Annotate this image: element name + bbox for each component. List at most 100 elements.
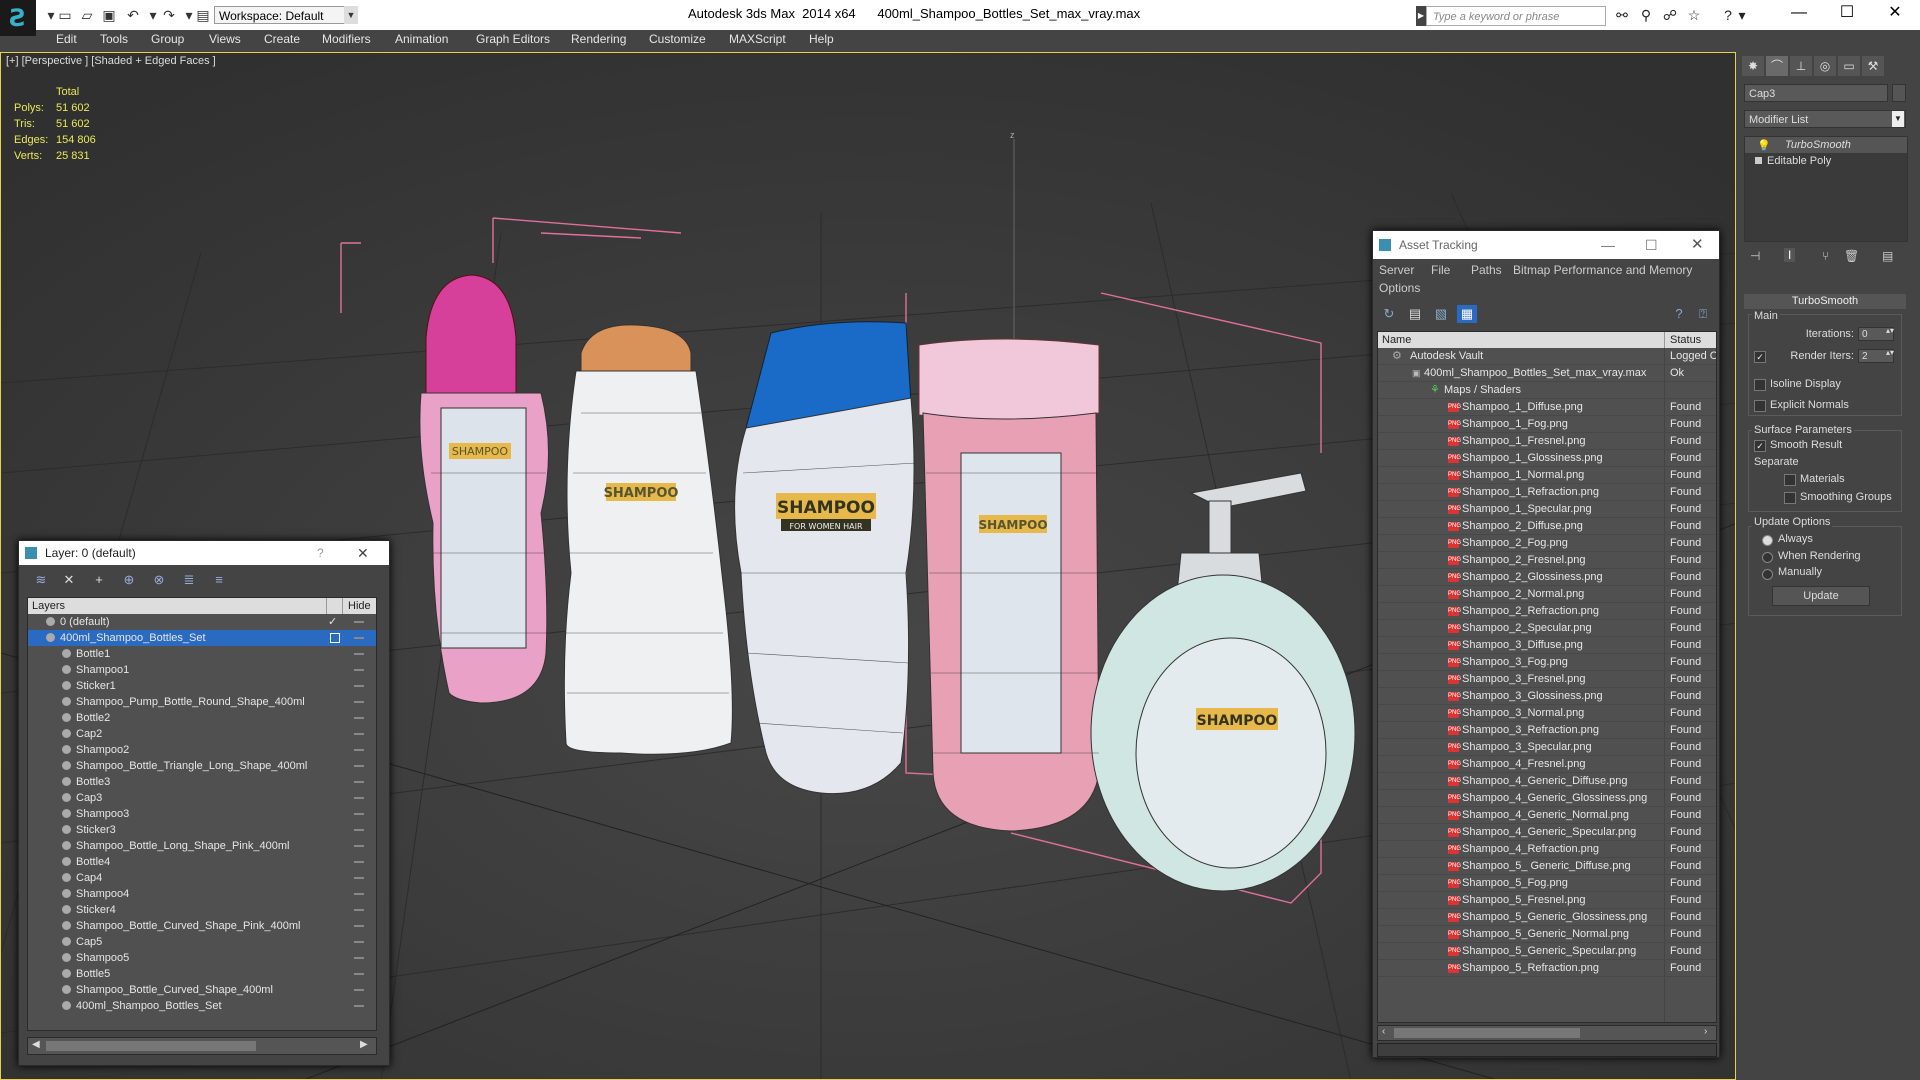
- asset-row[interactable]: PNG Shampoo_4_Generic_Glossiness.png Found: [1378, 790, 1716, 807]
- manually-radio[interactable]: [1762, 569, 1773, 580]
- smoothing-groups-checkbox[interactable]: [1784, 492, 1796, 504]
- motion-tab-icon[interactable]: ◎: [1814, 56, 1836, 76]
- utilities-tab-icon[interactable]: ⚒: [1862, 56, 1884, 76]
- open-file-icon[interactable]: ▱: [78, 6, 96, 24]
- hide-toggle[interactable]: [354, 941, 364, 943]
- help-icon[interactable]: ?: [1718, 6, 1738, 24]
- object-row[interactable]: Bottle3: [28, 774, 376, 790]
- when-rendering-radio[interactable]: [1762, 552, 1773, 563]
- make-unique-icon[interactable]: ⑂: [1822, 249, 1829, 263]
- update-button[interactable]: Update: [1772, 586, 1870, 606]
- hide-toggle[interactable]: [354, 749, 364, 751]
- undo-icon[interactable]: ↶: [124, 6, 142, 24]
- menu-maxscript[interactable]: MAXScript: [729, 32, 786, 46]
- modify-tab-icon[interactable]: ⌒: [1766, 56, 1788, 76]
- object-row[interactable]: 400ml_Shampoo_Bottles_Set: [28, 998, 376, 1014]
- status-column-header[interactable]: Status: [1670, 332, 1701, 348]
- scroll-thumb[interactable]: [1394, 1028, 1580, 1038]
- asset-row[interactable]: PNG Shampoo_1_Fresnel.png Found: [1378, 433, 1716, 450]
- subscription-icon[interactable]: ⚲: [1636, 6, 1656, 24]
- asset-menu-file[interactable]: File: [1431, 263, 1450, 277]
- object-row[interactable]: Shampoo2: [28, 742, 376, 758]
- object-row[interactable]: Bottle5: [28, 966, 376, 982]
- hide-toggle[interactable]: [354, 701, 364, 703]
- menu-graph-editors[interactable]: Graph Editors: [476, 32, 550, 46]
- layer-row[interactable]: 0 (default) ✓: [28, 614, 376, 630]
- table-view-icon[interactable]: ▦: [1457, 305, 1477, 323]
- object-color-swatch[interactable]: [1892, 84, 1906, 102]
- search-input[interactable]: Type a keyword or phrase: [1426, 6, 1606, 26]
- asset-row[interactable]: PNG Shampoo_1_Normal.png Found: [1378, 467, 1716, 484]
- asset-close-icon[interactable]: ✕: [1691, 231, 1704, 259]
- current-layer-check-icon[interactable]: ✓: [328, 614, 337, 630]
- object-row[interactable]: Sticker3: [28, 822, 376, 838]
- hide-toggle[interactable]: [354, 957, 364, 959]
- object-row[interactable]: Bottle2: [28, 710, 376, 726]
- highlight-selected-layer-icon[interactable]: ⊗: [149, 571, 169, 589]
- scroll-thumb[interactable]: [46, 1041, 256, 1051]
- hide-toggle[interactable]: [354, 861, 364, 863]
- scroll-left-icon[interactable]: ◀: [32, 1039, 40, 1050]
- object-row[interactable]: Bottle1: [28, 646, 376, 662]
- asset-row[interactable]: PNG Shampoo_3_Diffuse.png Found: [1378, 637, 1716, 654]
- asset-row-vault[interactable]: ⚙ Autodesk Vault Logged Out: [1378, 348, 1716, 365]
- hide-column-header[interactable]: Hide: [348, 598, 371, 614]
- communication-center-icon[interactable]: ☍: [1660, 6, 1680, 24]
- asset-help-icon[interactable]: ?: [1669, 305, 1689, 323]
- hide-toggle[interactable]: [354, 877, 364, 879]
- hide-toggle[interactable]: [354, 1005, 364, 1007]
- stack-item-turbosmooth[interactable]: 💡 TurboSmooth: [1745, 137, 1907, 153]
- asset-menu-server[interactable]: Server: [1379, 263, 1414, 277]
- hide-toggle[interactable]: [354, 797, 364, 799]
- asset-row[interactable]: PNG Shampoo_4_Fresnel.png Found: [1378, 756, 1716, 773]
- minimize-icon[interactable]: —: [1776, 0, 1822, 26]
- asset-row[interactable]: PNG Shampoo_2_Fog.png Found: [1378, 535, 1716, 552]
- scroll-right-icon[interactable]: ▶: [360, 1039, 368, 1050]
- asset-path-field[interactable]: [1377, 1043, 1717, 1057]
- hide-toggle[interactable]: [354, 989, 364, 991]
- bottle-3-blue[interactable]: SHAMPOO FOR WOMEN HAIR: [734, 321, 915, 795]
- asset-row[interactable]: PNG Shampoo_5_Fog.png Found: [1378, 875, 1716, 892]
- asset-row[interactable]: PNG Shampoo_3_Glossiness.png Found: [1378, 688, 1716, 705]
- hierarchy-tab-icon[interactable]: ⊥: [1790, 56, 1812, 76]
- help-dropdown-icon[interactable]: ▾: [1736, 6, 1748, 24]
- asset-window-titlebar[interactable]: Asset Tracking — ☐ ✕: [1373, 231, 1719, 259]
- asset-row-maps-shaders[interactable]: ⚘ Maps / Shaders: [1378, 382, 1716, 399]
- asset-row[interactable]: PNG Shampoo_2_Refraction.png Found: [1378, 603, 1716, 620]
- create-tab-icon[interactable]: ✸: [1742, 56, 1764, 76]
- hide-toggle[interactable]: [354, 637, 364, 639]
- menu-edit[interactable]: Edit: [56, 32, 77, 46]
- make-current-box-icon[interactable]: [330, 633, 340, 643]
- object-row[interactable]: Shampoo_Pump_Bottle_Round_Shape_400ml: [28, 694, 376, 710]
- render-iters-checkbox[interactable]: ✓: [1754, 351, 1766, 363]
- asset-row[interactable]: PNG Shampoo_5_ Generic_Diffuse.png Found: [1378, 858, 1716, 875]
- redo-icon[interactable]: ↷: [160, 6, 178, 24]
- layer-horizontal-scrollbar[interactable]: ◀ ▶: [27, 1037, 377, 1055]
- hide-toggle[interactable]: [354, 653, 364, 655]
- pin-stack-icon[interactable]: ⊣: [1750, 249, 1760, 263]
- asset-row[interactable]: PNG Shampoo_2_Fresnel.png Found: [1378, 552, 1716, 569]
- menu-rendering[interactable]: Rendering: [571, 32, 626, 46]
- add-to-layer-icon[interactable]: +: [89, 571, 109, 589]
- favorites-star-icon[interactable]: ☆: [1684, 6, 1704, 24]
- hide-toggle[interactable]: [354, 973, 364, 975]
- save-file-icon[interactable]: ▣: [100, 6, 118, 24]
- close-icon[interactable]: ✕: [1872, 0, 1918, 26]
- object-row[interactable]: Shampoo_Bottle_Curved_Shape_Pink_400ml: [28, 918, 376, 934]
- scroll-right-icon[interactable]: ›: [1704, 1026, 1707, 1037]
- asset-row[interactable]: PNG Shampoo_4_Generic_Diffuse.png Found: [1378, 773, 1716, 790]
- project-folder-icon[interactable]: ▤: [194, 6, 212, 24]
- new-file-icon[interactable]: ▭: [56, 6, 74, 24]
- hide-toggle[interactable]: [354, 685, 364, 687]
- render-iters-spinner-arrows-icon[interactable]: ▴▾: [1886, 348, 1894, 357]
- select-objects-in-layer-icon[interactable]: ⊕: [119, 571, 139, 589]
- menu-views[interactable]: Views: [209, 32, 241, 46]
- display-tab-icon[interactable]: ▭: [1838, 56, 1860, 76]
- asset-help-context-icon[interactable]: ⍰: [1693, 305, 1713, 323]
- asset-row[interactable]: PNG Shampoo_4_Refraction.png Found: [1378, 841, 1716, 858]
- maximize-icon[interactable]: ☐: [1824, 0, 1870, 26]
- asset-row[interactable]: PNG Shampoo_2_Glossiness.png Found: [1378, 569, 1716, 586]
- object-row[interactable]: Shampoo5: [28, 950, 376, 966]
- object-row[interactable]: Shampoo1: [28, 662, 376, 678]
- freeze-all-layers-icon[interactable]: ≡: [209, 571, 229, 589]
